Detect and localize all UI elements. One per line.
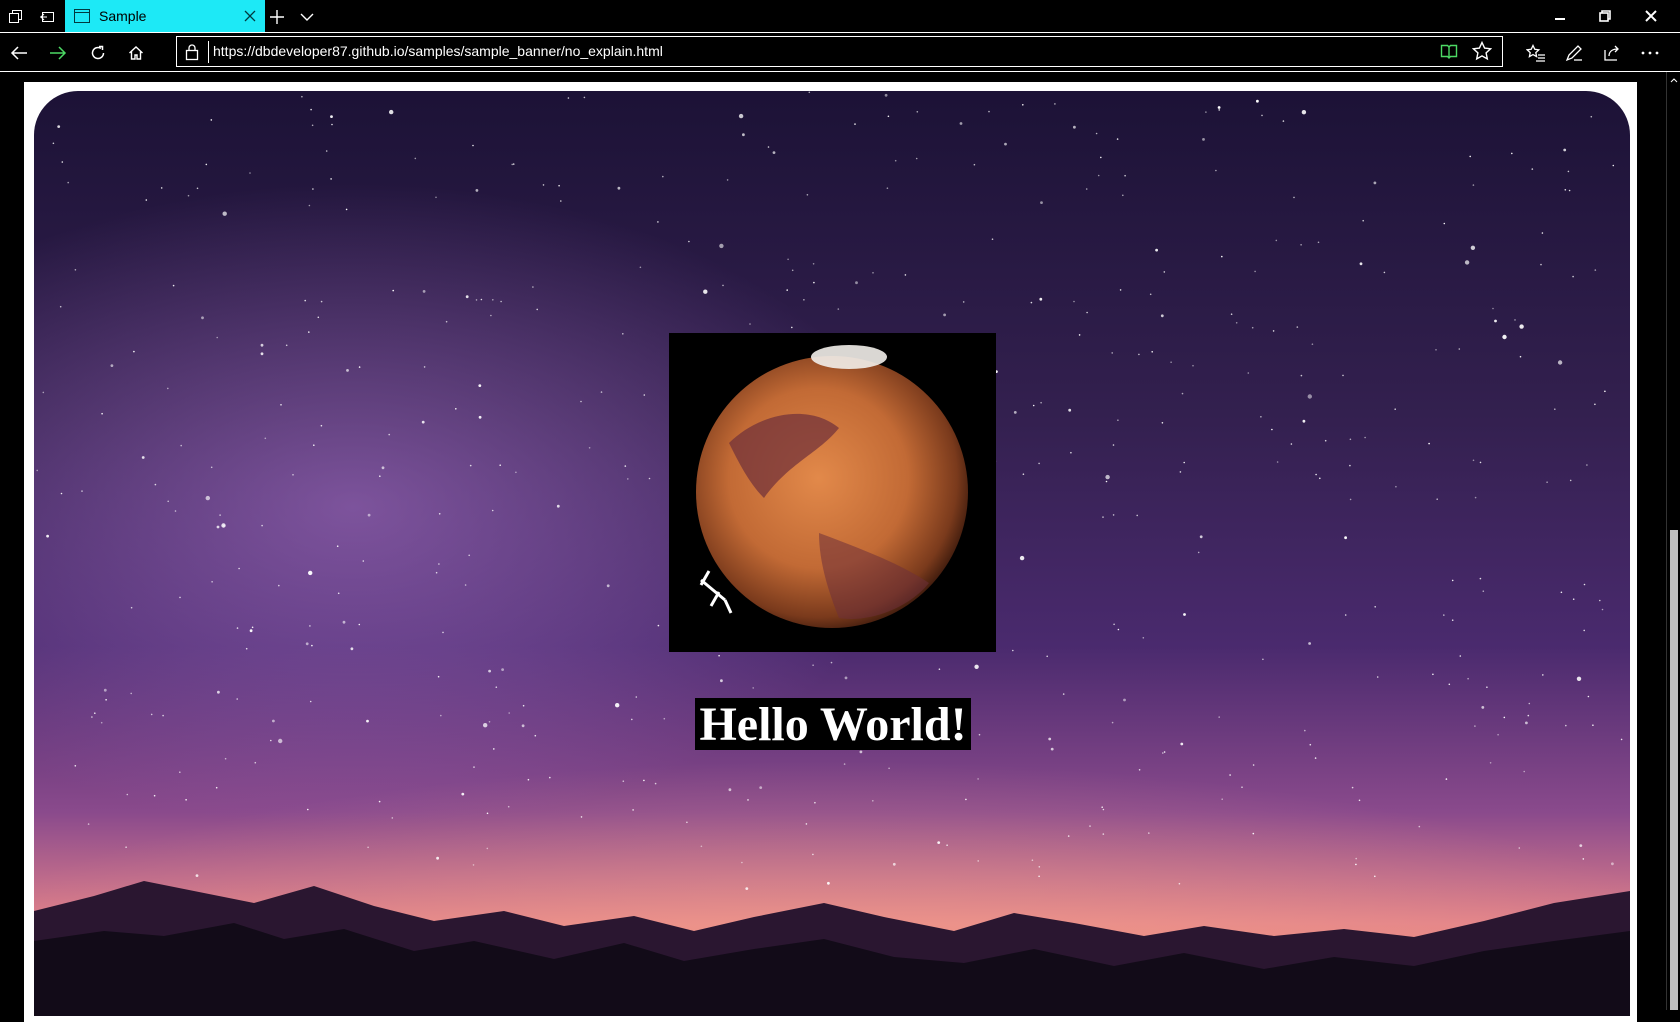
ellipsis-icon[interactable] — [1637, 40, 1663, 66]
favorites-list-icon[interactable] — [1523, 40, 1549, 66]
tab-actions-icon[interactable] — [5, 6, 27, 28]
scroll-thumb[interactable] — [1670, 530, 1678, 1010]
url-text[interactable]: https://dbdeveloper87.github.io/samples/… — [213, 43, 663, 59]
title-bar: Sample — [0, 0, 1680, 33]
arrow-right-icon[interactable] — [45, 40, 71, 66]
mars-image — [669, 333, 996, 652]
chevron-down-icon[interactable] — [296, 6, 318, 28]
arrow-left-icon[interactable] — [6, 40, 32, 66]
tab-title: Sample — [99, 8, 147, 24]
navigation-bar: https://dbdeveloper87.github.io/samples/… — [0, 33, 1680, 72]
page-icon — [73, 7, 91, 25]
pen-icon[interactable] — [1561, 40, 1587, 66]
address-bar[interactable]: https://dbdeveloper87.github.io/samples/… — [176, 36, 1503, 67]
tab-close-icon[interactable] — [239, 5, 261, 27]
home-icon[interactable] — [123, 40, 149, 66]
scroll-up-icon[interactable] — [1667, 74, 1680, 86]
book-icon[interactable] — [1440, 42, 1460, 62]
set-aside-tabs-icon[interactable] — [36, 6, 58, 28]
lock-icon[interactable] — [185, 43, 201, 61]
star-icon[interactable] — [1471, 40, 1494, 63]
restore-icon[interactable] — [1590, 4, 1620, 28]
refresh-icon[interactable] — [85, 40, 111, 66]
address-separator — [208, 41, 209, 63]
close-icon[interactable] — [1636, 4, 1666, 28]
tab-sample[interactable]: Sample — [65, 0, 265, 32]
hello-world-heading: Hello World! — [695, 698, 971, 751]
plus-icon[interactable] — [266, 6, 288, 28]
minimize-icon[interactable] — [1545, 4, 1575, 28]
vertical-scrollbar[interactable] — [1666, 72, 1680, 1010]
share-icon[interactable] — [1599, 40, 1625, 66]
